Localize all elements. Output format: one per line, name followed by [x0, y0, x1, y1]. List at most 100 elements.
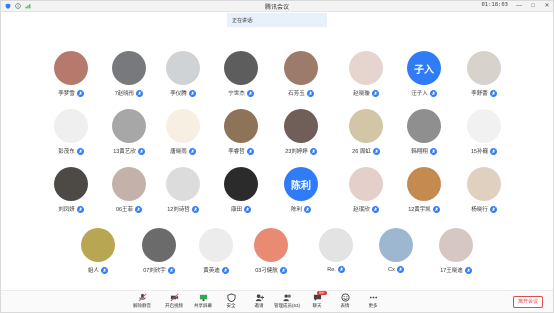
avatar [284, 109, 318, 143]
muted-mic-icon [221, 266, 229, 274]
participant-name: 韩翔翔 [411, 149, 428, 155]
avatar [407, 109, 441, 143]
muted-mic-icon [246, 147, 254, 155]
avatar [224, 51, 258, 85]
participant-name: 李仪腾 [170, 91, 187, 97]
participant-tile[interactable]: 唐晓雨 [153, 109, 213, 155]
participant-tile[interactable]: 06王菲 [99, 167, 159, 213]
video-button[interactable]: 开启视频 [161, 293, 187, 309]
participant-tile[interactable]: 刘凤妍 [41, 167, 101, 213]
participant-tile[interactable]: 赵珉欣 [336, 167, 396, 213]
avatar [439, 228, 473, 262]
muted-mic-icon [396, 266, 404, 273]
participant-tile[interactable]: 子入 汪子入 [394, 51, 454, 97]
leave-meeting-button[interactable]: 离开会议 [513, 296, 543, 308]
screen-share-icon [198, 293, 208, 302]
avatar [407, 167, 441, 201]
avatar [224, 167, 258, 201]
participant-tile[interactable]: 15孙巍 [454, 109, 514, 155]
participant-tile[interactable]: Cx [366, 228, 426, 273]
muted-mic-icon [372, 147, 380, 155]
chat-button[interactable]: 99+ 聊天 [304, 291, 330, 309]
participant-name: 李舒蕾 [471, 91, 488, 97]
toolbar-label: 共享屏幕 [194, 303, 212, 308]
avatar [379, 228, 413, 262]
participant-tile[interactable]: 韩翔翔 [394, 109, 454, 155]
invite-button[interactable]: 邀请 [246, 293, 272, 309]
participant-tile[interactable]: 李梦雪 [41, 51, 101, 97]
muted-mic-icon [490, 147, 498, 155]
participant-tile[interactable]: 12刘诗哲 [153, 167, 213, 213]
participant-name: 唐晓雨 [170, 149, 187, 155]
participant-tile[interactable]: 03刁健航 [241, 228, 301, 274]
close-button[interactable]: ✕ [544, 2, 550, 10]
participant-tile[interactable]: 23刘婷婷 [271, 109, 331, 155]
participant-name: 07刘欣宇 [143, 268, 166, 274]
muted-mic-icon [137, 147, 145, 155]
participant-tile[interactable]: 李仪腾 [153, 51, 213, 97]
muted-mic-icon [191, 205, 199, 213]
maximize-button[interactable]: □ [530, 2, 536, 10]
muted-mic-icon [309, 147, 317, 155]
participant-tile[interactable]: 13黄艺欣 [99, 109, 159, 155]
participant-name: Re. [327, 266, 336, 273]
avatar [112, 51, 146, 85]
participant-name: 宁世杰 [228, 91, 245, 97]
participant-tile[interactable]: 7赵晓彤 [99, 51, 159, 97]
avatar [142, 228, 176, 262]
participant-tile[interactable]: Re. [306, 228, 366, 273]
toolbar-label: 解除静音 [133, 303, 151, 308]
participant-tile[interactable]: 26 周虹 [336, 109, 396, 155]
title-bar: 腾讯会议 01:18:03 — □ ✕ [1, 1, 553, 12]
participant-tile[interactable]: 李睿哲 [211, 109, 271, 155]
window-title: 腾讯会议 [264, 5, 289, 11]
participant-name: 赵珉欣 [353, 207, 370, 213]
participant-tile[interactable]: 17王晓迪 [426, 228, 486, 274]
participant-name: 06王菲 [115, 207, 134, 213]
avatar [349, 109, 383, 143]
expression-button[interactable]: 表情 [332, 293, 358, 309]
shield-icon [226, 293, 236, 302]
participant-name: 康田 [230, 207, 242, 213]
participant-tile[interactable]: 石芳玉 [271, 51, 331, 97]
participant-name: 彭茂东 [58, 149, 75, 155]
toolbar-label: 管理成员(63) [274, 303, 301, 308]
participant-tile[interactable]: 杨晓行 [454, 167, 514, 213]
avatar [166, 51, 200, 85]
participant-name: 12黄宇凯 [408, 207, 431, 213]
participant-tile[interactable]: 康田 [211, 167, 271, 213]
members-icon [282, 293, 292, 302]
participant-tile[interactable]: 彭茂东 [41, 109, 101, 155]
chat-icon: 99+ [312, 291, 327, 302]
participant-name: Cx [388, 266, 395, 273]
muted-mic-icon [167, 266, 175, 274]
avatar [254, 228, 288, 262]
security-button[interactable]: 安全 [218, 293, 244, 309]
avatar [166, 109, 200, 143]
toolbar-label: 开启视频 [165, 303, 183, 308]
participant-tile[interactable]: 黄英迪 [186, 228, 246, 274]
participant-tile[interactable]: 李舒蕾 [454, 51, 514, 97]
participant-tile[interactable]: 陈利 陈利 [271, 167, 331, 213]
mute-button[interactable]: 解除静音 [129, 293, 155, 309]
avatar [349, 167, 383, 201]
avatar [112, 109, 146, 143]
members-button[interactable]: 管理成员(63) [274, 293, 300, 309]
participant-name: 26 周虹 [352, 149, 371, 155]
share-button[interactable]: 共享屏幕 [190, 293, 216, 309]
meeting-timer: 01:18:03 [481, 2, 509, 8]
participant-name: 陈利 [290, 207, 302, 213]
participant-tile[interactable]: 赵晓璇 [336, 51, 396, 97]
minimize-button[interactable]: — [516, 2, 522, 10]
avatar [54, 167, 88, 201]
participant-tile[interactable]: 宁世杰 [211, 51, 271, 97]
muted-mic-icon [188, 89, 196, 97]
participant-tile[interactable]: 姐人 [68, 228, 128, 274]
avatar [166, 167, 200, 201]
participant-tile[interactable]: 12黄宇凯 [394, 167, 454, 213]
avatar [81, 228, 115, 262]
more-button[interactable]: 更多 [360, 293, 386, 309]
avatar [319, 228, 353, 262]
participant-tile[interactable]: 07刘欣宇 [129, 228, 189, 274]
muted-mic-icon [337, 266, 345, 273]
